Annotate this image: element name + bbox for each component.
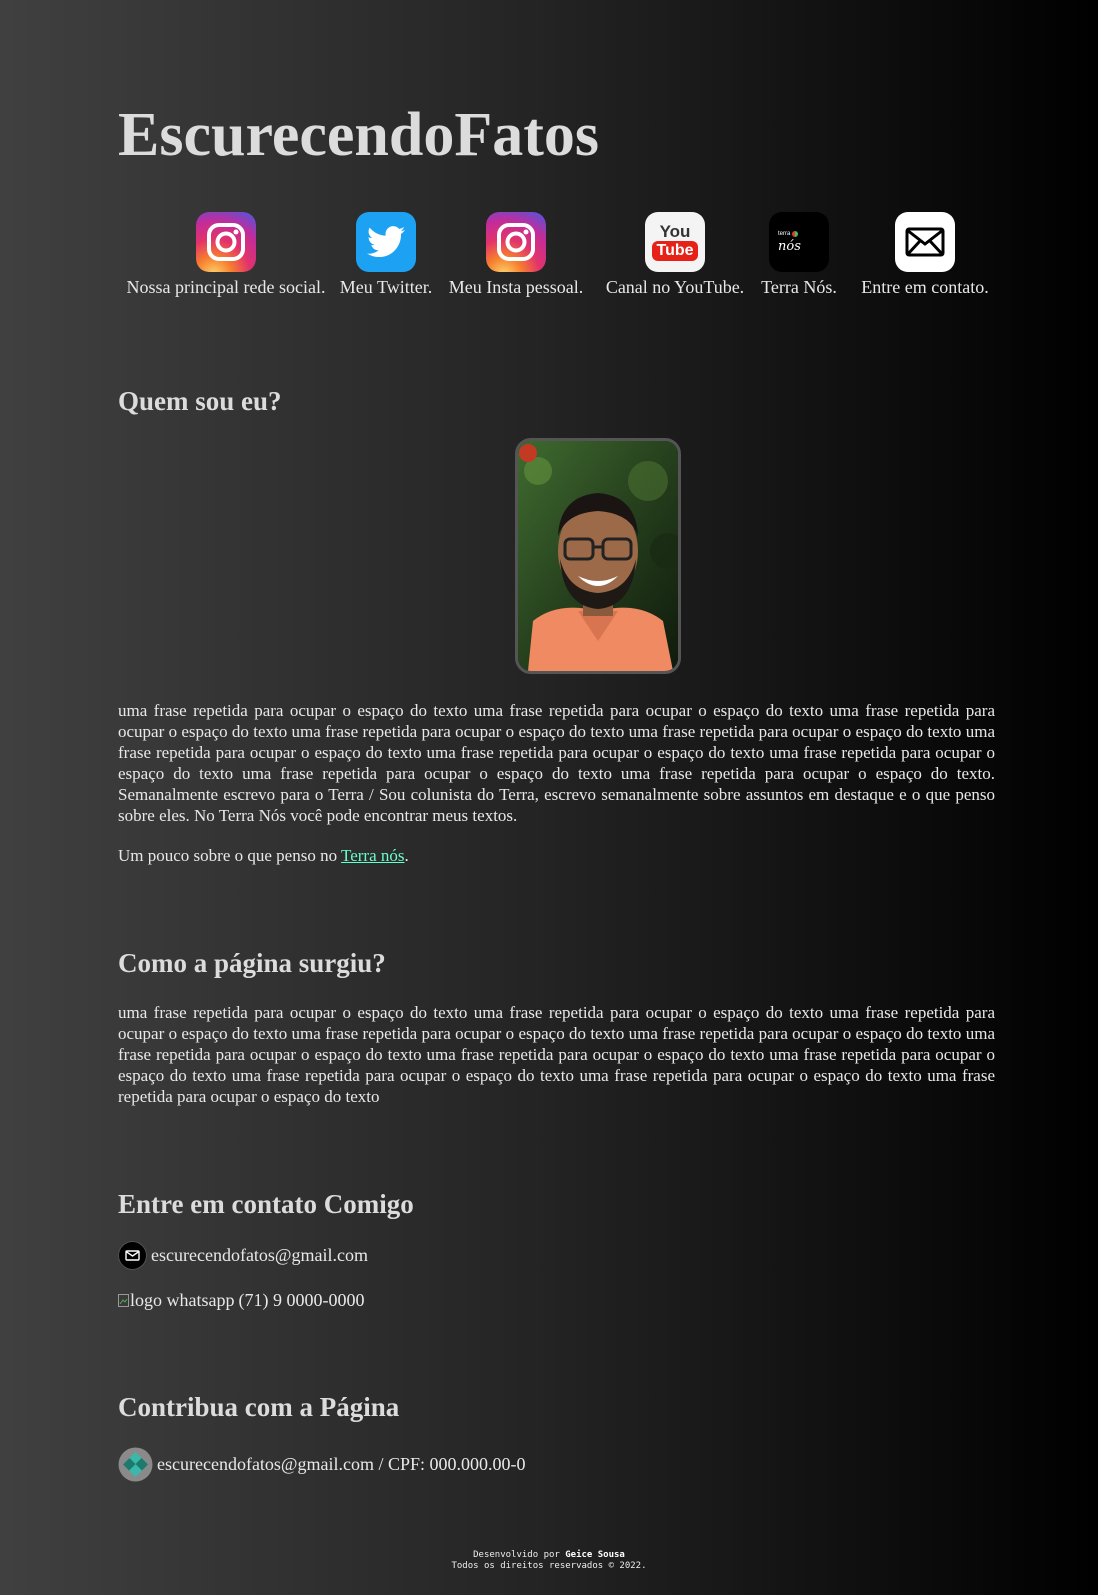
social-link-youtube[interactable]: You Tube Canal no YouTube.	[606, 212, 744, 298]
contact-heading: Entre em contato Comigo	[118, 1189, 414, 1219]
origin-heading: Como a página surgiu?	[118, 948, 386, 978]
instagram-icon	[486, 212, 546, 272]
whatsapp-number[interactable]: (71) 9 0000-0000	[238, 1290, 364, 1311]
footer-copyright: Todos os direitos reservados © 2022.	[451, 1561, 647, 1571]
footer-credit: Desenvolvido por Geice Sousa	[473, 1550, 625, 1560]
social-links: Nossa principal rede social. Meu Twitter…	[118, 212, 995, 312]
profile-photo	[515, 438, 681, 674]
youtube-icon: You Tube	[645, 212, 705, 272]
social-link-instagram-personal[interactable]: Meu Insta pessoal.	[448, 212, 584, 298]
whatsapp-icon	[118, 1293, 130, 1308]
terra-nos-link[interactable]: Terra nós	[341, 846, 404, 865]
contact-email-text[interactable]: escurecendofatos@gmail.com	[151, 1245, 368, 1266]
social-link-twitter[interactable]: Meu Twitter.	[340, 212, 432, 298]
social-label: Nossa principal rede social.	[126, 277, 326, 297]
instagram-icon	[196, 212, 256, 272]
about-more: Um pouco sobre o que penso no Terra nós.	[118, 846, 409, 865]
pix-text[interactable]: escurecendofatos@gmail.com / CPF: 000.00…	[157, 1454, 526, 1475]
contact-email: escurecendofatos@gmail.com	[118, 1241, 368, 1270]
mail-icon	[118, 1241, 147, 1270]
social-label: Terra Nós.	[761, 277, 837, 297]
site-title: EscurecendoFatos	[118, 101, 600, 169]
social-label: Entre em contato.	[861, 277, 989, 297]
contribute-heading: Contribua com a Página	[118, 1392, 400, 1422]
mail-icon	[895, 212, 955, 272]
about-heading: Quem sou eu?	[118, 386, 282, 416]
twitter-icon	[356, 212, 416, 272]
origin-paragraph: uma frase repetida para ocupar o espaço …	[118, 1003, 995, 1106]
footer-author: Geice Sousa	[565, 1550, 625, 1560]
contribute-pix: escurecendofatos@gmail.com / CPF: 000.00…	[118, 1447, 526, 1482]
whatsapp-alt-text: logo whatsapp	[130, 1290, 235, 1310]
pix-icon	[118, 1447, 153, 1482]
terra-nos-icon: terra nós	[769, 212, 829, 272]
social-label: Canal no YouTube.	[605, 277, 745, 297]
footer: Desenvolvido por Geice Sousa Todos os di…	[0, 1550, 1098, 1572]
about-paragraph: uma frase repetida para ocupar o espaço …	[118, 701, 995, 825]
social-link-terra-nos[interactable]: terra nós Terra Nós.	[758, 212, 840, 298]
social-label: Meu Twitter.	[339, 277, 433, 297]
social-link-instagram-main[interactable]: Nossa principal rede social.	[124, 212, 328, 298]
social-link-contact[interactable]: Entre em contato.	[860, 212, 990, 298]
contact-whatsapp: logo whatsapp (71) 9 0000-0000	[118, 1290, 364, 1311]
social-label: Meu Insta pessoal.	[448, 277, 584, 297]
